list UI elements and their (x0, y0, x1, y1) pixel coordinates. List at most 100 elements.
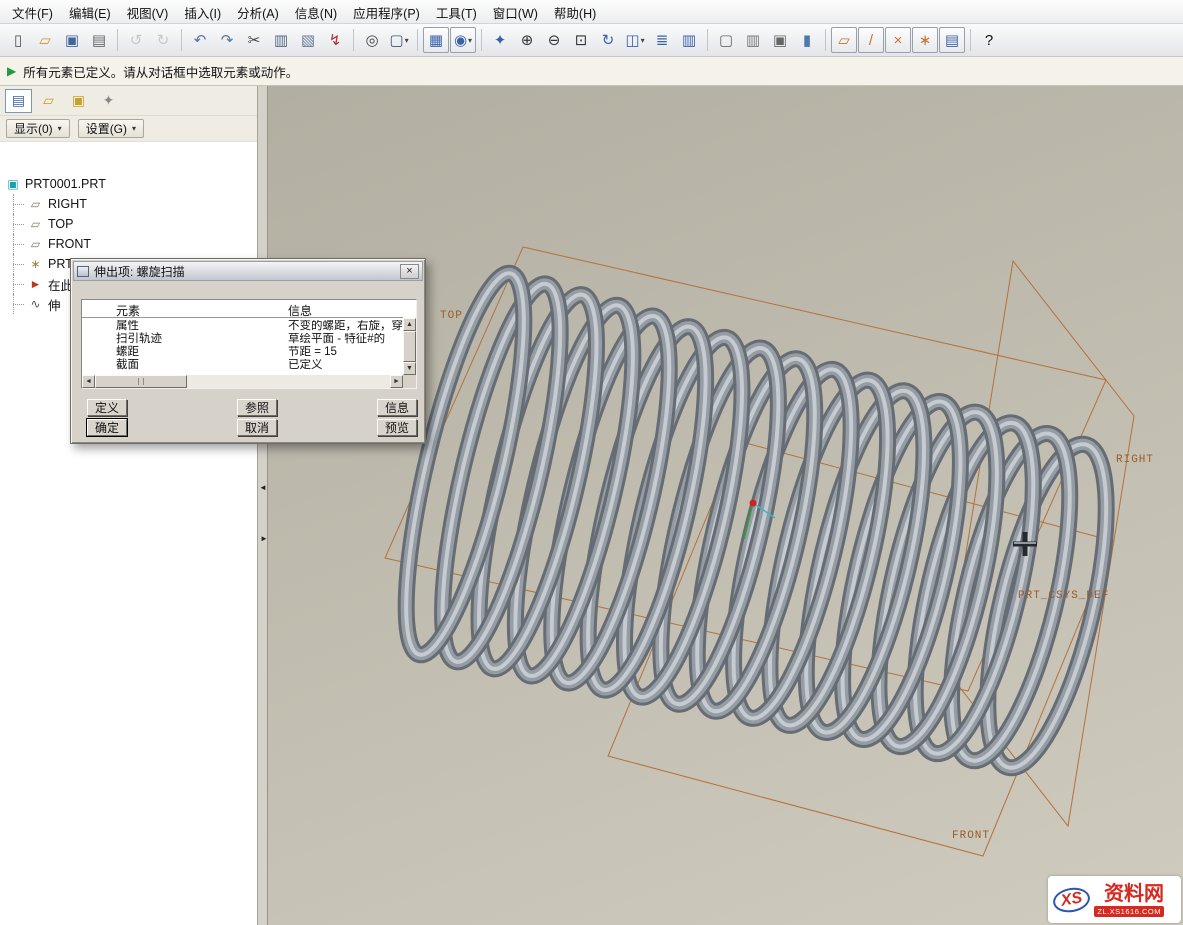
zoom-out-button[interactable]: ⊖ (541, 27, 567, 53)
vertical-scroll-thumb[interactable] (403, 331, 416, 362)
panel-tabs: ▤ ▱ ▣ ✦ (0, 86, 257, 116)
dialog-titlebar[interactable]: 伸出项: 螺旋扫描 × (73, 261, 423, 281)
datum-label-csys[interactable]: PRT_CSYS_DEF (1018, 590, 1109, 602)
tree-item-label: TOP (48, 217, 73, 231)
vertical-scrollbar[interactable]: ▲ ▼ (403, 318, 416, 375)
menu-item[interactable]: 分析(A) (229, 0, 287, 25)
scroll-up-icon[interactable]: ▲ (403, 318, 416, 331)
tree-item-front[interactable]: ▱ FRONT (0, 234, 257, 254)
settings-dropdown-label: 设置(G) (86, 120, 127, 137)
menu-item[interactable]: 信息(N) (287, 0, 345, 25)
folder-browser-tab[interactable]: ▱ (35, 89, 62, 113)
element-name: 扫引轨迹 (116, 333, 162, 346)
datum-plane-toggle-button[interactable]: ▱ (831, 27, 857, 53)
settings-dropdown-button[interactable]: 设置(G) ▾ (78, 119, 144, 138)
datum-point-toggle-button[interactable]: × (885, 27, 911, 53)
element-row[interactable]: 属性 不变的螺距，右旋，穿 (82, 320, 403, 333)
zoom-in-button[interactable]: ⊕ (514, 27, 540, 53)
expand-panel-icon[interactable]: ► (260, 535, 268, 543)
menu-item[interactable]: 插入(I) (176, 0, 229, 25)
show-dropdown-button[interactable]: 显示(0) ▾ (6, 119, 70, 138)
menu-item[interactable]: 窗口(W) (485, 0, 546, 25)
annotation-toggle-button[interactable]: ▤ (939, 27, 965, 53)
display-no-hidden-button[interactable]: ▣ (767, 27, 793, 53)
preview-button[interactable]: 预览 (377, 419, 417, 436)
info-button[interactable]: 信息 (377, 399, 417, 416)
scroll-left-icon[interactable]: ◄ (82, 375, 95, 388)
close-button[interactable]: × (400, 264, 419, 279)
model-tree-tab[interactable]: ▤ (5, 89, 32, 113)
save-file-button[interactable]: ▣ (59, 27, 85, 53)
display-shaded-button[interactable]: ▮ (794, 27, 820, 53)
smart-select-button[interactable]: ◉▾ (450, 27, 476, 53)
display-wireframe-button[interactable]: ▢ (713, 27, 739, 53)
scroll-right-icon[interactable]: ► (390, 375, 403, 388)
menu-item[interactable]: 工具(T) (428, 0, 485, 25)
tree-item-top[interactable]: ▱ TOP (0, 214, 257, 234)
references-button[interactable]: 参照 (237, 399, 277, 416)
tree-root-part[interactable]: ▣ PRT0001.PRT (0, 174, 257, 194)
datum-label-right[interactable]: RIGHT (1116, 454, 1154, 466)
reorient-view-button[interactable]: ↻ (595, 27, 621, 53)
element-name: 属性 (116, 320, 139, 333)
print-button[interactable]: ▤ (86, 27, 112, 53)
element-row[interactable]: 截面 已定义 (82, 359, 403, 372)
tree-item-icon: ► (28, 277, 43, 291)
datum-label-top[interactable]: TOP (440, 310, 463, 322)
select-box-icon: ▢ (389, 33, 403, 48)
element-rows: 属性 不变的螺距，右旋，穿 扫引轨迹 草绘平面 - 特征#的 螺距 节距 = 1… (82, 320, 403, 375)
ok-button[interactable]: 确定 (87, 419, 127, 436)
horizontal-scroll-thumb[interactable] (95, 375, 187, 388)
display-hidden-line-button[interactable]: ▥ (740, 27, 766, 53)
select-box-button[interactable]: ▢▾ (386, 27, 412, 53)
datum-axis-toggle-icon: / (869, 33, 873, 48)
erase-display-button[interactable]: ↺ (123, 27, 149, 53)
datum-label-front[interactable]: FRONT (952, 830, 990, 842)
scroll-down-icon[interactable]: ▼ (403, 362, 416, 375)
redo-button[interactable]: ↷ (214, 27, 240, 53)
find-icon: ◎ (365, 33, 378, 48)
spin-center-button[interactable]: ✦ (487, 27, 513, 53)
find-button[interactable]: ◎ (359, 27, 385, 53)
open-file-button[interactable]: ▱ (32, 27, 58, 53)
connections-tab[interactable]: ✦ (95, 89, 122, 113)
tree-item-right[interactable]: ▱ RIGHT (0, 194, 257, 214)
define-button[interactable]: 定义 (87, 399, 127, 416)
watermark: XS 资料网 ZL.XS1616.COM (1048, 876, 1181, 923)
model-canvas[interactable] (268, 86, 1183, 925)
new-file-button[interactable]: ▯ (5, 27, 31, 53)
layers-button[interactable]: ≣ (649, 27, 675, 53)
undo-button[interactable]: ↶ (187, 27, 213, 53)
toolbar-separator (970, 29, 971, 51)
paste-button[interactable]: ▧ (295, 27, 321, 53)
collapse-panel-icon[interactable]: ◄ (259, 484, 267, 492)
view-manager-button[interactable]: ▥ (676, 27, 702, 53)
menu-item[interactable]: 文件(F) (4, 0, 61, 25)
regenerate-button[interactable]: ↯ (322, 27, 348, 53)
selection-filter-button[interactable]: ▦ (423, 27, 449, 53)
helical-spring-model[interactable] (382, 265, 1130, 779)
favorites-tab[interactable]: ▣ (65, 89, 92, 113)
delete-old-versions-button[interactable]: ↻ (150, 27, 176, 53)
menu-item[interactable]: 应用程序(P) (345, 0, 428, 25)
menu-item[interactable]: 视图(V) (119, 0, 177, 25)
column-header-element: 元素 (116, 302, 140, 319)
graphics-viewport[interactable]: TOP RIGHT FRONT PRT_CSYS_DEF (268, 86, 1183, 925)
horizontal-scrollbar[interactable]: ◄ ► (82, 375, 403, 388)
menu-item[interactable]: 编辑(E) (61, 0, 119, 25)
context-help-button[interactable]: ? (976, 27, 1002, 53)
watermark-brand: 资料网 (1104, 883, 1164, 905)
element-row[interactable]: 扫引轨迹 草绘平面 - 特征#的 (82, 333, 403, 346)
status-bar: ▶ 所有元素已定义。请从对话框中选取元素或动作。 (0, 57, 1183, 86)
saved-views-button[interactable]: ◫▾ (622, 27, 648, 53)
refit-button[interactable]: ⊡ (568, 27, 594, 53)
datum-axis-toggle-button[interactable]: / (858, 27, 884, 53)
copy-button[interactable]: ▥ (268, 27, 294, 53)
cut-button[interactable]: ✂ (241, 27, 267, 53)
element-row[interactable]: 螺距 节距 = 15 (82, 346, 403, 359)
smart-select-icon: ◉ (454, 33, 467, 48)
menu-item[interactable]: 帮助(H) (546, 0, 604, 25)
panel-splitter[interactable]: ◄ ► (258, 86, 268, 925)
datum-csys-toggle-button[interactable]: ∗ (912, 27, 938, 53)
cancel-button[interactable]: 取消 (237, 419, 277, 436)
